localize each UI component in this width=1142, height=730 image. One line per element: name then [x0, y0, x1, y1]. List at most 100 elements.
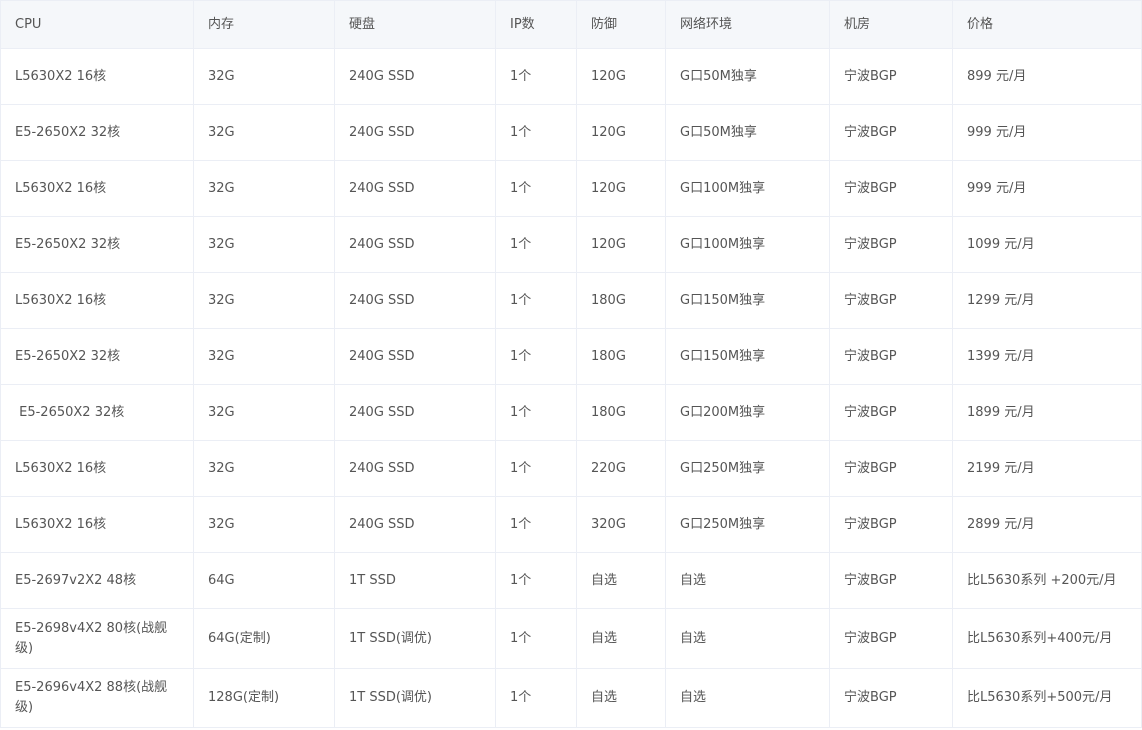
cell-disk: 240G SSD	[334, 384, 496, 441]
cell-price: 1299 元/月	[952, 272, 1142, 329]
cell-price: 比L5630系列 +200元/月	[952, 552, 1142, 609]
cell-cpu: E5-2698v4X2 80核(战舰级)	[0, 608, 194, 669]
cell-price: 2899 元/月	[952, 496, 1142, 553]
cell-ip-count: 1个	[495, 552, 577, 609]
cell-memory: 32G	[193, 328, 335, 385]
table-header: CPU 内存 硬盘 IP数 防御 网络环境 机房 价格	[0, 0, 1142, 49]
cell-network: G口150M独享	[665, 272, 830, 329]
cell-ip-count: 1个	[495, 328, 577, 385]
table-row: E5-2650X2 32核 32G 240G SSD 1个 120G G口50M…	[0, 104, 1142, 161]
cell-price: 1099 元/月	[952, 216, 1142, 273]
header-disk: 硬盘	[334, 0, 496, 49]
cell-network: G口50M独享	[665, 104, 830, 161]
cell-cpu: L5630X2 16核	[0, 48, 194, 105]
cell-defense: 180G	[576, 272, 666, 329]
cell-disk: 240G SSD	[334, 272, 496, 329]
cell-defense: 自选	[576, 608, 666, 669]
cell-cpu: E5-2697v2X2 48核	[0, 552, 194, 609]
cell-network: G口100M独享	[665, 216, 830, 273]
cell-network: 自选	[665, 608, 830, 669]
cell-disk: 240G SSD	[334, 104, 496, 161]
cell-ip-count: 1个	[495, 608, 577, 669]
cell-memory: 32G	[193, 440, 335, 497]
cell-cpu: L5630X2 16核	[0, 160, 194, 217]
cell-disk: 1T SSD	[334, 552, 496, 609]
cell-defense: 自选	[576, 552, 666, 609]
cell-datacenter: 宁波BGP	[829, 48, 953, 105]
cell-price: 1399 元/月	[952, 328, 1142, 385]
cell-price: 1899 元/月	[952, 384, 1142, 441]
cell-cpu: E5-2650X2 32核	[0, 384, 194, 441]
cell-price: 999 元/月	[952, 160, 1142, 217]
cell-price: 比L5630系列+400元/月	[952, 608, 1142, 669]
cell-memory: 32G	[193, 104, 335, 161]
cell-defense: 120G	[576, 48, 666, 105]
cell-ip-count: 1个	[495, 668, 577, 728]
cell-datacenter: 宁波BGP	[829, 440, 953, 497]
cell-memory: 32G	[193, 160, 335, 217]
cell-cpu: E5-2650X2 32核	[0, 328, 194, 385]
header-network: 网络环境	[665, 0, 830, 49]
cell-datacenter: 宁波BGP	[829, 216, 953, 273]
cell-cpu: E5-2650X2 32核	[0, 216, 194, 273]
header-memory: 内存	[193, 0, 335, 49]
cell-network: G口250M独享	[665, 496, 830, 553]
header-price: 价格	[952, 0, 1142, 49]
cell-cpu: E5-2696v4X2 88核(战舰级)	[0, 668, 194, 728]
cell-ip-count: 1个	[495, 104, 577, 161]
table-row: E5-2650X2 32核 32G 240G SSD 1个 180G G口150…	[0, 328, 1142, 385]
cell-datacenter: 宁波BGP	[829, 496, 953, 553]
cell-network: G口100M独享	[665, 160, 830, 217]
cell-memory: 32G	[193, 496, 335, 553]
cell-ip-count: 1个	[495, 272, 577, 329]
cell-cpu: L5630X2 16核	[0, 272, 194, 329]
table-row: L5630X2 16核 32G 240G SSD 1个 120G G口50M独享…	[0, 48, 1142, 105]
cell-price: 999 元/月	[952, 104, 1142, 161]
cell-disk: 240G SSD	[334, 160, 496, 217]
cell-datacenter: 宁波BGP	[829, 668, 953, 728]
cell-ip-count: 1个	[495, 216, 577, 273]
cell-price: 比L5630系列+500元/月	[952, 668, 1142, 728]
cell-defense: 自选	[576, 668, 666, 728]
header-datacenter: 机房	[829, 0, 953, 49]
cell-network: G口200M独享	[665, 384, 830, 441]
cell-network: G口50M独享	[665, 48, 830, 105]
cell-cpu: L5630X2 16核	[0, 440, 194, 497]
table-body: L5630X2 16核 32G 240G SSD 1个 120G G口50M独享…	[0, 48, 1142, 728]
cell-memory: 32G	[193, 384, 335, 441]
table-row: E5-2698v4X2 80核(战舰级) 64G(定制) 1T SSD(调优) …	[0, 608, 1142, 669]
table-row: L5630X2 16核 32G 240G SSD 1个 120G G口100M独…	[0, 160, 1142, 217]
cell-memory: 128G(定制)	[193, 668, 335, 728]
cell-disk: 240G SSD	[334, 328, 496, 385]
cell-datacenter: 宁波BGP	[829, 104, 953, 161]
cell-ip-count: 1个	[495, 48, 577, 105]
header-cpu: CPU	[0, 0, 194, 49]
cell-ip-count: 1个	[495, 384, 577, 441]
cell-defense: 320G	[576, 496, 666, 553]
cell-memory: 64G	[193, 552, 335, 609]
table-row: E5-2650X2 32核 32G 240G SSD 1个 120G G口100…	[0, 216, 1142, 273]
table-row: L5630X2 16核 32G 240G SSD 1个 320G G口250M独…	[0, 496, 1142, 553]
table-row: E5-2697v2X2 48核 64G 1T SSD 1个 自选 自选 宁波BG…	[0, 552, 1142, 609]
cell-defense: 180G	[576, 384, 666, 441]
cell-disk: 240G SSD	[334, 48, 496, 105]
cell-network: 自选	[665, 552, 830, 609]
table-row: L5630X2 16核 32G 240G SSD 1个 180G G口150M独…	[0, 272, 1142, 329]
header-row: CPU 内存 硬盘 IP数 防御 网络环境 机房 价格	[0, 0, 1142, 49]
table-row: E5-2650X2 32核 32G 240G SSD 1个 180G G口200…	[0, 384, 1142, 441]
cell-memory: 32G	[193, 48, 335, 105]
cell-ip-count: 1个	[495, 160, 577, 217]
cell-memory: 32G	[193, 216, 335, 273]
cell-defense: 120G	[576, 216, 666, 273]
cell-disk: 240G SSD	[334, 440, 496, 497]
cell-cpu: L5630X2 16核	[0, 496, 194, 553]
cell-datacenter: 宁波BGP	[829, 552, 953, 609]
cell-datacenter: 宁波BGP	[829, 328, 953, 385]
cell-disk: 1T SSD(调优)	[334, 608, 496, 669]
table-row: L5630X2 16核 32G 240G SSD 1个 220G G口250M独…	[0, 440, 1142, 497]
cell-datacenter: 宁波BGP	[829, 272, 953, 329]
cell-datacenter: 宁波BGP	[829, 608, 953, 669]
pricing-table: CPU 内存 硬盘 IP数 防御 网络环境 机房 价格 L5630X2 16核 …	[0, 0, 1142, 728]
cell-price: 2199 元/月	[952, 440, 1142, 497]
header-defense: 防御	[576, 0, 666, 49]
